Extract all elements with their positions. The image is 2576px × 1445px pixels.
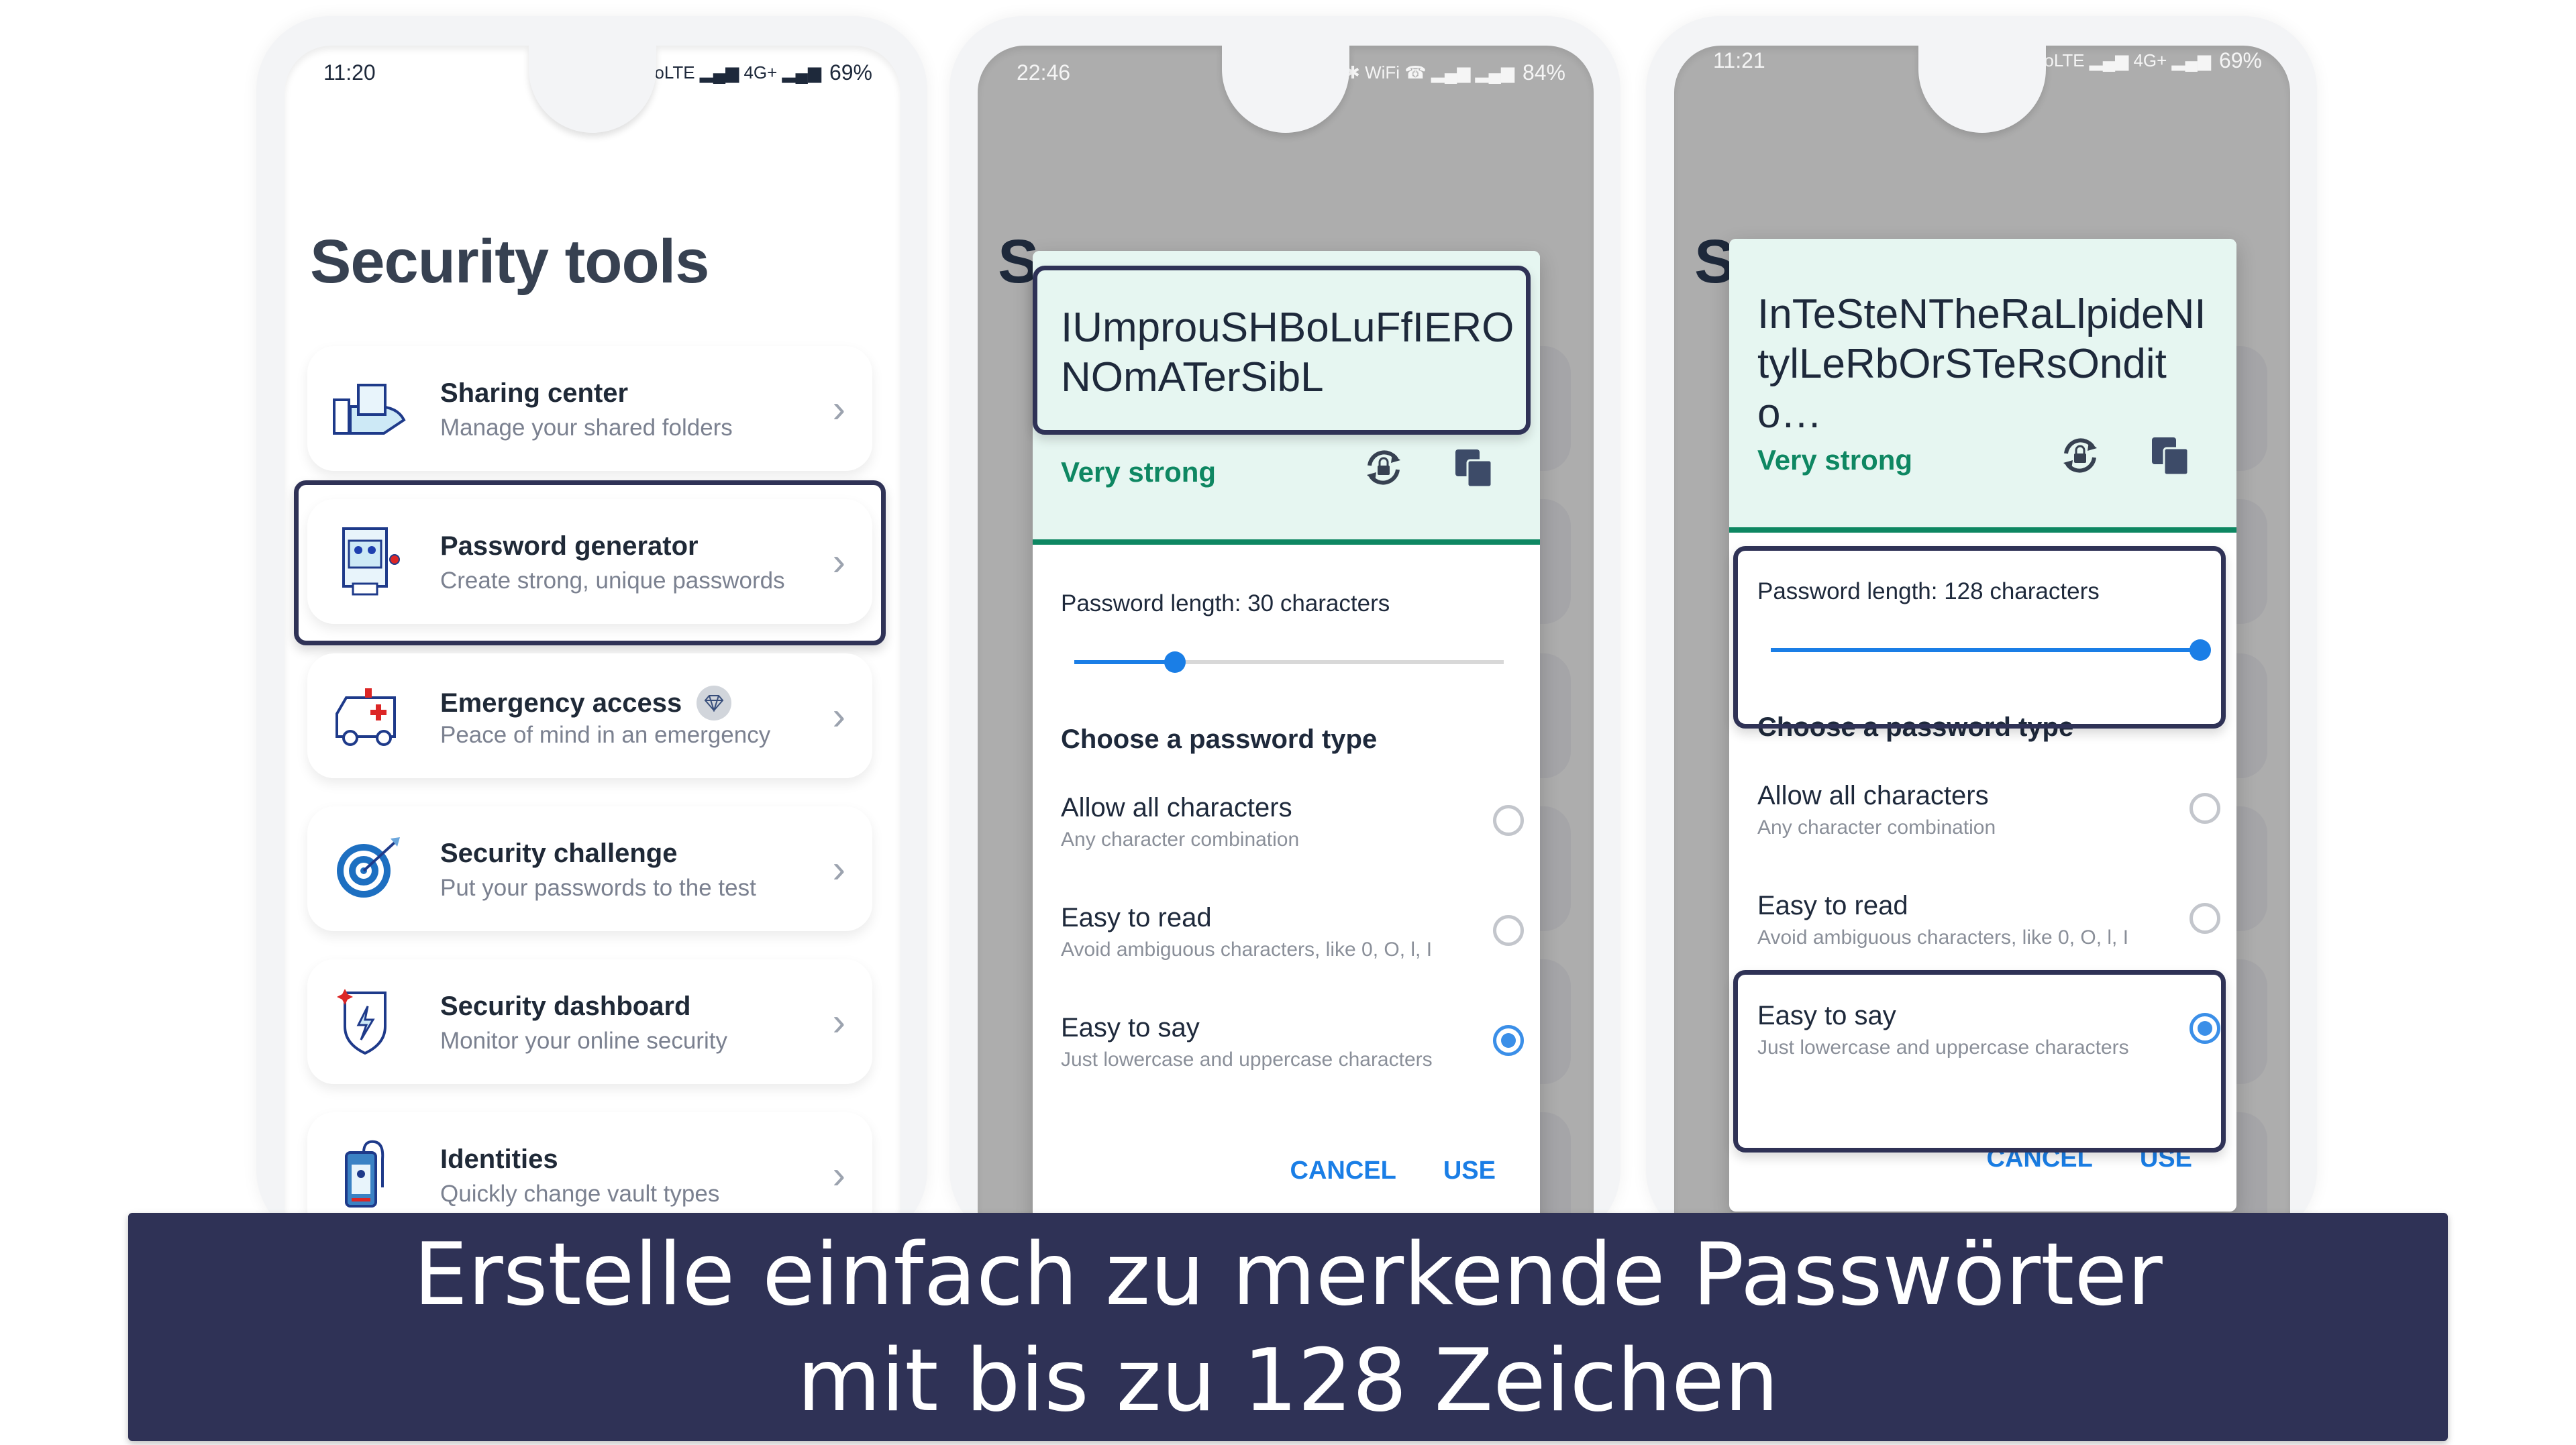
status-time: 11:21 (1713, 48, 1765, 72)
use-button[interactable]: USE (1443, 1157, 1496, 1185)
chevron-right-icon: › (832, 1153, 845, 1197)
slider-fill (1074, 660, 1175, 664)
caption-line-1: Erstelle einfach zu merkende Passwörter (413, 1225, 2163, 1325)
tool-sharing-center[interactable]: Sharing center Manage your shared folder… (307, 346, 872, 471)
tool-title: Security challenge (440, 839, 678, 868)
option-easy-to-read[interactable]: Easy to read Avoid ambiguous characters,… (1757, 891, 2220, 949)
camera-notch (1222, 46, 1349, 133)
option-easy-to-say[interactable]: Easy to say Just lowercase and uppercase… (1061, 1013, 1524, 1071)
id-badge-icon (345, 1140, 384, 1208)
option-allow-all[interactable]: Allow all characters Any character combi… (1757, 781, 2220, 839)
regenerate-icon[interactable] (2058, 433, 2102, 478)
tool-security-challenge[interactable]: Security challenge Put your passwords to… (307, 806, 872, 931)
tool-security-dashboard[interactable]: Security dashboard Monitor your online s… (307, 959, 872, 1084)
radio-button[interactable] (1493, 805, 1524, 836)
screen: 11:20 🔕 ✱ VoLTE ▂▄▆ 4G+ ▂▄▆ 69% Security… (285, 46, 900, 1253)
status-time: 22:46 (1017, 60, 1071, 85)
tool-title: Sharing center (440, 378, 629, 408)
caption-line-2: mit bis zu 128 Zeichen (797, 1331, 1779, 1431)
password-length-slider[interactable] (1074, 651, 1504, 673)
shield-bolt-icon (337, 989, 387, 1055)
battery-level: 69% (829, 60, 872, 85)
sharing-hand-folder-icon (333, 384, 406, 435)
tool-subtitle: Quickly change vault types (440, 1181, 720, 1207)
screen-dimmed: 22:46 ✉ 🔕 ✱ WiFi ☎ ▂▄▆ ▂▄▆ 84% S IUmprou… (978, 46, 1594, 1253)
tool-emergency-access[interactable]: Emergency access Peace of mind in an eme… (307, 653, 872, 778)
screen-dimmed: 11:21 🔕 ✱ VoLTE ▂▄▆ 4G+ ▂▄▆ 69% S InTeSt… (1674, 46, 2290, 1253)
status-time: 11:20 (323, 60, 376, 85)
chevron-right-icon: › (832, 1000, 845, 1044)
camera-notch (1918, 46, 2046, 133)
password-length-label: Password length: 30 characters (1061, 590, 1390, 617)
tool-subtitle: Peace of mind in an emergency (440, 722, 771, 748)
phone-password-generator-128: 11:21 🔕 ✱ VoLTE ▂▄▆ 4G+ ▂▄▆ 69% S InTeSt… (1646, 16, 2317, 1253)
caption-banner: Erstelle einfach zu merkende Passwörter … (128, 1213, 2448, 1441)
chevron-right-icon: › (832, 847, 845, 891)
tool-subtitle: Put your passwords to the test (440, 875, 756, 901)
radio-button[interactable] (2189, 903, 2220, 934)
generated-password[interactable]: InTeSteNTheRaLlpideNItylLeRbOrSTeRsOndit… (1757, 290, 2214, 439)
phone-security-tools: 11:20 🔕 ✱ VoLTE ▂▄▆ 4G+ ▂▄▆ 69% Security… (256, 16, 927, 1253)
password-type-heading: Choose a password type (1061, 725, 1378, 754)
radio-button[interactable] (2189, 793, 2220, 824)
option-allow-all[interactable]: Allow all characters Any character combi… (1061, 793, 1524, 851)
highlight-frame (294, 480, 886, 645)
battery-level: 69% (2218, 48, 2262, 72)
premium-diamond-icon (697, 686, 732, 720)
regenerate-icon[interactable] (1361, 445, 1406, 490)
copy-icon[interactable] (2149, 435, 2191, 476)
tool-subtitle: Manage your shared folders (440, 415, 733, 441)
camera-notch (529, 46, 656, 133)
highlight-frame (1733, 970, 2226, 1153)
radio-button[interactable] (1493, 1025, 1524, 1056)
cancel-button[interactable]: CANCEL (1290, 1157, 1396, 1185)
slider-thumb[interactable] (1164, 651, 1186, 673)
option-easy-to-read[interactable]: Easy to read Avoid ambiguous characters,… (1061, 903, 1524, 961)
battery-level: 84% (1522, 60, 1565, 85)
strength-label: Very strong (1061, 456, 1217, 488)
dialog-header: InTeSteNTheRaLlpideNItylLeRbOrSTeRsOndit… (1729, 239, 2236, 533)
tool-title: Identities (440, 1144, 558, 1174)
highlight-frame (1033, 266, 1531, 435)
strength-label: Very strong (1757, 444, 1913, 476)
highlight-frame (1733, 546, 2226, 729)
chevron-right-icon: › (832, 387, 845, 431)
ambulance-icon (336, 688, 396, 746)
radio-button[interactable] (1493, 915, 1524, 946)
tool-title: Emergency access (440, 688, 682, 718)
tool-title: Security dashboard (440, 992, 691, 1021)
copy-icon[interactable] (1453, 447, 1494, 488)
page-title: Security tools (310, 227, 709, 296)
target-arrow-icon (337, 837, 400, 898)
chevron-right-icon: › (832, 694, 845, 738)
tool-subtitle: Monitor your online security (440, 1028, 727, 1054)
phone-password-generator-30: 22:46 ✉ 🔕 ✱ WiFi ☎ ▂▄▆ ▂▄▆ 84% S IUmprou… (949, 16, 1620, 1253)
